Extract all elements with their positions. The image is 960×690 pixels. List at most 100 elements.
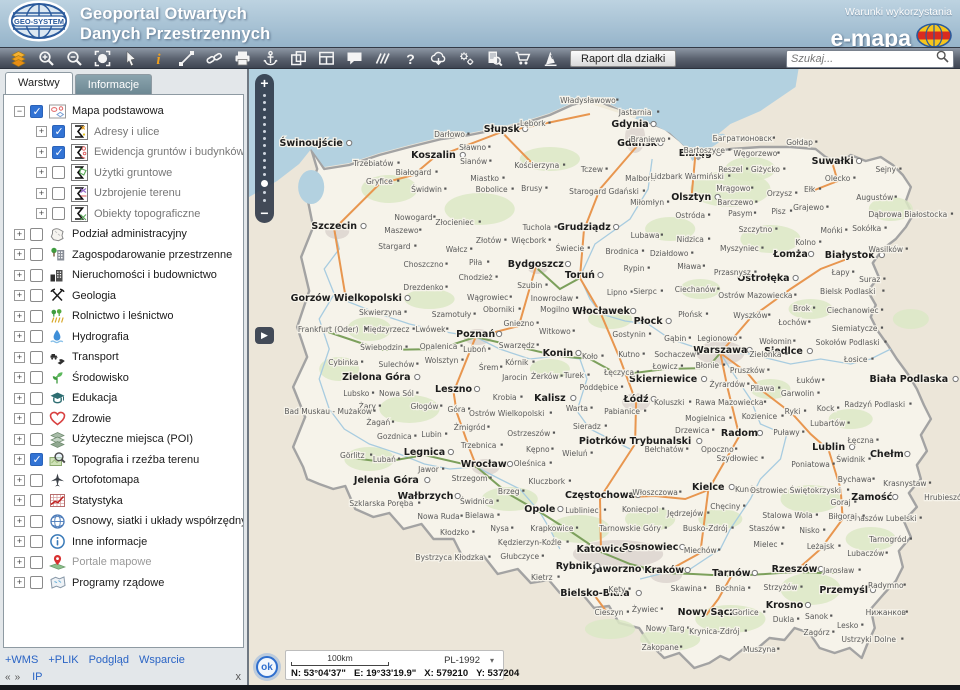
- layer-label[interactable]: Zdrowie: [72, 413, 111, 425]
- link-icon[interactable]: [200, 48, 228, 68]
- layer-label[interactable]: Rolnictwo i leśnictwo: [72, 310, 173, 322]
- zoom-level-dot[interactable]: [263, 159, 266, 162]
- ok-button[interactable]: ok: [256, 656, 278, 678]
- layer-checkbox[interactable]: [30, 228, 43, 241]
- expand-toggle-icon[interactable]: +: [14, 393, 25, 404]
- zoom-in-icon[interactable]: [32, 48, 60, 68]
- layer-label[interactable]: Portale mapowe: [72, 556, 152, 568]
- expand-toggle-icon[interactable]: +: [14, 413, 25, 424]
- prev-arrow[interactable]: «: [5, 672, 11, 683]
- zoom-level-dot[interactable]: [263, 152, 266, 155]
- layer-label[interactable]: Zagospodarowanie przestrzenne: [72, 249, 232, 261]
- expand-toggle-icon[interactable]: +: [36, 208, 47, 219]
- layer-label[interactable]: Topografia i rzeźba terenu: [72, 454, 199, 466]
- expand-toggle-icon[interactable]: +: [14, 372, 25, 383]
- layer-checkbox[interactable]: [30, 535, 43, 548]
- tab-warstwy[interactable]: Warstwy: [5, 72, 73, 94]
- layer-checkbox[interactable]: [30, 474, 43, 487]
- search-document-icon[interactable]: [480, 48, 508, 68]
- search-icon[interactable]: [936, 50, 949, 68]
- expand-toggle-icon[interactable]: +: [36, 188, 47, 199]
- ip-link[interactable]: IP: [32, 671, 42, 683]
- zoom-level-dot[interactable]: [261, 180, 268, 187]
- layer-label[interactable]: Osnowy, siatki i układy współrzędnych: [72, 515, 244, 527]
- layer-checkbox[interactable]: [30, 576, 43, 589]
- zoom-level-dot[interactable]: [263, 116, 266, 119]
- layout-panels-icon[interactable]: [312, 48, 340, 68]
- layer-checkbox[interactable]: [52, 125, 65, 138]
- layer-checkbox[interactable]: [30, 289, 43, 302]
- expand-toggle-icon[interactable]: +: [14, 454, 25, 465]
- zoom-out-button[interactable]: −: [260, 206, 268, 220]
- parallel-lines-icon[interactable]: [368, 48, 396, 68]
- layer-checkbox[interactable]: [30, 515, 43, 528]
- expand-toggle-icon[interactable]: +: [14, 434, 25, 445]
- layer-label[interactable]: Użytki gruntowe: [94, 167, 172, 179]
- layer-checkbox[interactable]: [30, 556, 43, 569]
- expand-toggle-icon[interactable]: −: [14, 106, 25, 117]
- layer-checkbox[interactable]: [30, 412, 43, 425]
- layer-label[interactable]: Nieruchomości i budownictwo: [72, 269, 217, 281]
- expand-toggle-icon[interactable]: +: [14, 536, 25, 547]
- zoom-level-dot[interactable]: [263, 94, 266, 97]
- terms-link[interactable]: Warunki wykorzystania: [845, 6, 952, 18]
- cart-icon[interactable]: [508, 48, 536, 68]
- layer-checkbox[interactable]: [30, 392, 43, 405]
- zoom-level-dot[interactable]: [263, 199, 266, 202]
- expand-toggle-icon[interactable]: +: [36, 126, 47, 137]
- layer-label[interactable]: Mapa podstawowa: [72, 105, 164, 117]
- select-area-icon[interactable]: [88, 48, 116, 68]
- expand-toggle-icon[interactable]: +: [14, 475, 25, 486]
- link-wms[interactable]: +WMS: [5, 654, 38, 666]
- layers-icon[interactable]: [4, 48, 32, 68]
- layer-checkbox[interactable]: [30, 310, 43, 323]
- layer-label[interactable]: Środowisko: [72, 372, 129, 384]
- tab-informacje[interactable]: Informacje: [75, 74, 152, 94]
- expand-toggle-icon[interactable]: +: [36, 147, 47, 158]
- layer-checkbox[interactable]: [30, 371, 43, 384]
- layer-label[interactable]: Podział administracyjny: [72, 228, 187, 240]
- layer-label[interactable]: Ewidencja gruntów i budynków: [94, 146, 244, 158]
- expand-toggle-icon[interactable]: +: [14, 290, 25, 301]
- zoom-level-dot[interactable]: [263, 191, 266, 194]
- layer-label[interactable]: Uzbrojenie terenu: [94, 187, 181, 199]
- layer-checkbox[interactable]: [52, 146, 65, 159]
- next-arrow[interactable]: »: [15, 672, 21, 683]
- print-icon[interactable]: [228, 48, 256, 68]
- help-icon[interactable]: ?: [396, 48, 424, 68]
- expand-toggle-icon[interactable]: +: [14, 249, 25, 260]
- layer-checkbox[interactable]: [30, 433, 43, 446]
- expand-toggle-icon[interactable]: +: [14, 229, 25, 240]
- expand-toggle-icon[interactable]: +: [36, 167, 47, 178]
- comment-icon[interactable]: [340, 48, 368, 68]
- zoom-level-dot[interactable]: [263, 108, 266, 111]
- layer-checkbox[interactable]: [52, 207, 65, 220]
- layer-checkbox[interactable]: [52, 166, 65, 179]
- link-plik[interactable]: +PLIK: [48, 654, 78, 666]
- layer-label[interactable]: Adresy i ulice: [94, 126, 159, 138]
- report-parcel-button[interactable]: Raport dla działki: [570, 50, 676, 67]
- zoom-out-icon[interactable]: [60, 48, 88, 68]
- zoom-level-dot[interactable]: [263, 173, 266, 176]
- map-viewport[interactable]: ŚwinoujścieSzczecinKoszalinSłupskGdyniaG…: [249, 69, 960, 685]
- layer-label[interactable]: Geologia: [72, 290, 116, 302]
- expand-toggle-icon[interactable]: +: [14, 352, 25, 363]
- layer-label[interactable]: Ortofotomapa: [72, 474, 139, 486]
- zoom-level-dot[interactable]: [263, 101, 266, 104]
- zoom-level-dot[interactable]: [263, 137, 266, 140]
- layer-checkbox[interactable]: [30, 330, 43, 343]
- zoom-level-dot[interactable]: [263, 123, 266, 126]
- layer-label[interactable]: Transport: [72, 351, 119, 363]
- layer-label[interactable]: Obiekty topograficzne: [94, 208, 200, 220]
- layer-label[interactable]: Użyteczne miejsca (POI): [72, 433, 193, 445]
- zoom-in-button[interactable]: +: [260, 76, 268, 90]
- expand-toggle-icon[interactable]: +: [14, 495, 25, 506]
- expand-toggle-icon[interactable]: +: [14, 557, 25, 568]
- layer-label[interactable]: Statystyka: [72, 495, 123, 507]
- close-sidebar-button[interactable]: x: [236, 671, 242, 683]
- layer-checkbox[interactable]: [52, 187, 65, 200]
- settings-gears-icon[interactable]: [452, 48, 480, 68]
- expand-toggle-icon[interactable]: +: [14, 577, 25, 588]
- search-input[interactable]: [791, 53, 936, 65]
- panel-toggle-button[interactable]: ▶: [255, 327, 274, 344]
